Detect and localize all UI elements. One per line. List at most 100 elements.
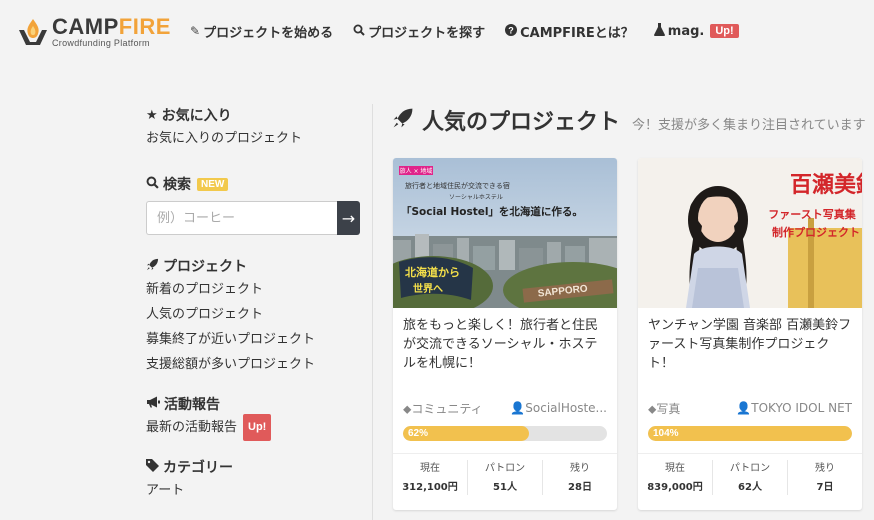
sidebar-divider bbox=[372, 104, 373, 520]
image-line1-text: ファースト写真集 bbox=[768, 207, 856, 221]
stat-remaining: 残り 7日 bbox=[788, 460, 862, 495]
project-meta: ⬥コミュニティ 👤SocialHoste... bbox=[393, 398, 617, 418]
project-category[interactable]: ⬥コミュニティ bbox=[403, 400, 483, 417]
sidebar-link-favorite-projects[interactable]: お気に入りのプロジェクト bbox=[146, 126, 366, 151]
stat-remaining-value: 28日 bbox=[568, 482, 592, 493]
image-name-text: 百瀬美鈴 bbox=[790, 172, 862, 198]
search-heading-label: 検索 bbox=[163, 177, 191, 193]
page-subtitle: 今！支援が多く集まり注目されています bbox=[632, 117, 866, 133]
reports-heading-label: 活動報告 bbox=[164, 397, 220, 413]
tag-icon bbox=[146, 458, 159, 476]
arrow-right-icon: → bbox=[341, 208, 356, 228]
project-image-hostel: SAPPORO 旅人 × 地域 旅行者と地域住民が交流できる宿 ソーシャルホステ… bbox=[393, 158, 617, 308]
project-owner-label: TOKYO IDOL NET bbox=[751, 401, 852, 415]
user-icon: 👤 bbox=[736, 401, 752, 415]
project-card[interactable]: SAPPORO 旅人 × 地域 旅行者と地域住民が交流できる宿 ソーシャルホステ… bbox=[393, 158, 617, 510]
new-badge: NEW bbox=[197, 177, 229, 191]
project-image[interactable]: SAPPORO 旅人 × 地域 旅行者と地域住民が交流できる宿 ソーシャルホステ… bbox=[393, 158, 617, 308]
nav-find-project-label: プロジェクトを探す bbox=[368, 25, 486, 41]
projects-heading: プロジェクト bbox=[146, 255, 366, 277]
search-icon bbox=[146, 176, 159, 193]
project-category-label: 写真 bbox=[656, 401, 681, 416]
nav-mag-label: mag. bbox=[667, 23, 705, 39]
project-owner-label: SocialHoste... bbox=[525, 401, 607, 415]
project-title[interactable]: 旅をもっと楽しく！旅行者と住民が交流できるソーシャル・ホステルを札幌に！ bbox=[393, 308, 617, 398]
stat-current: 現在 839,000円 bbox=[638, 460, 713, 495]
site-header: CAMPFIRE Crowdfunding Platform ✎ プロジェクトを… bbox=[0, 0, 874, 62]
categories-heading-label: カテゴリー bbox=[163, 460, 233, 476]
stat-remaining: 残り 28日 bbox=[543, 460, 617, 495]
stat-patrons: パトロン 62人 bbox=[713, 460, 788, 495]
image-line2-text: 制作プロジェクト bbox=[772, 225, 860, 239]
search-submit-button[interactable]: → bbox=[337, 201, 360, 235]
project-stats: 現在 839,000円 パトロン 62人 残り 7日 bbox=[638, 453, 862, 495]
page-title: 人気のプロジェクト bbox=[422, 110, 621, 135]
latest-reports-label: 最新の活動報告 bbox=[146, 420, 238, 435]
campfire-logo-icon bbox=[19, 19, 47, 45]
funding-progress-bar: 62% bbox=[403, 426, 607, 441]
nav-about[interactable]: ? CAMPFIREとは？ bbox=[505, 22, 634, 41]
search-icon bbox=[353, 24, 365, 39]
sidebar-link-popular-projects[interactable]: 人気のプロジェクト bbox=[146, 302, 366, 327]
stat-patrons-value: 51人 bbox=[493, 482, 517, 493]
logo-word-camp: CAMP bbox=[52, 13, 119, 39]
sidebar-link-latest-reports[interactable]: 最新の活動報告 Up! bbox=[146, 414, 366, 441]
project-stats: 現在 312,100円 パトロン 51人 残り 28日 bbox=[393, 453, 617, 495]
stat-current-label: 現在 bbox=[420, 463, 440, 474]
favorites-heading-label: お気に入り bbox=[161, 108, 232, 124]
stat-current-value: 839,000円 bbox=[647, 482, 703, 493]
nav-about-label: CAMPFIREとは？ bbox=[520, 25, 634, 41]
project-owner[interactable]: 👤TOKYO IDOL NET bbox=[736, 401, 852, 415]
project-title[interactable]: ヤンチャン学園 音楽部 百瀬美鈴ファースト写真集制作プロジェクト！ bbox=[638, 308, 862, 398]
section-header: 人気のプロジェクト 今！支援が多く集まり注目されています bbox=[392, 104, 866, 136]
project-category-label: コミュニティ bbox=[411, 401, 483, 416]
sidebar-search: → bbox=[146, 201, 360, 235]
favorites-heading: ★ お気に入り bbox=[146, 104, 366, 126]
sidebar-link-new-projects[interactable]: 新着のプロジェクト bbox=[146, 277, 366, 302]
star-icon: ★ bbox=[146, 107, 158, 123]
reports-heading: 活動報告 bbox=[146, 393, 366, 415]
project-category[interactable]: ⬥写真 bbox=[648, 400, 680, 417]
categories-heading: カテゴリー bbox=[146, 456, 366, 478]
stat-remaining-label: 残り bbox=[570, 463, 590, 474]
rocket-icon bbox=[146, 258, 159, 275]
question-circle-icon: ? bbox=[505, 23, 518, 39]
project-image-photobook: 百瀬美鈴 ファースト写真集 制作プロジェクト bbox=[638, 158, 862, 308]
image-sign-line2: 世界へ bbox=[413, 282, 443, 295]
main-nav: ✎ プロジェクトを始める プロジェクトを探す ? CAMPFIREとは？ mag… bbox=[190, 20, 759, 42]
rocket-icon bbox=[392, 107, 414, 134]
sidebar-link-ending-soon[interactable]: 募集終了が近いプロジェクト bbox=[146, 327, 366, 352]
project-owner[interactable]: 👤SocialHoste... bbox=[510, 401, 607, 415]
funding-progress-label: 104% bbox=[653, 428, 679, 439]
sidebar-link-most-funded[interactable]: 支援総額が多いプロジェクト bbox=[146, 352, 366, 377]
stat-patrons-value: 62人 bbox=[738, 482, 762, 493]
stat-current-label: 現在 bbox=[665, 463, 685, 474]
sidebar-link-category-art[interactable]: アート bbox=[146, 478, 366, 503]
project-card[interactable]: 百瀬美鈴 ファースト写真集 制作プロジェクト ヤンチャン学園 音楽部 百瀬美鈴フ… bbox=[638, 158, 862, 510]
stat-patrons-label: パトロン bbox=[484, 463, 526, 474]
logo-word-fire: FIRE bbox=[118, 13, 171, 39]
stat-patrons: パトロン 51人 bbox=[468, 460, 543, 495]
mag-up-badge: Up! bbox=[710, 24, 739, 38]
nav-find-project[interactable]: プロジェクトを探す bbox=[353, 22, 485, 41]
reports-up-badge: Up! bbox=[243, 414, 272, 441]
image-line2-text: ソーシャルホステル bbox=[449, 194, 503, 201]
image-line1-text: 旅行者と地域住民が交流できる宿 bbox=[405, 181, 510, 190]
nav-start-project[interactable]: ✎ プロジェクトを始める bbox=[190, 22, 333, 41]
user-icon: 👤 bbox=[510, 401, 526, 415]
stat-current: 現在 312,100円 bbox=[393, 460, 468, 495]
image-tag-text: 旅人 × 地域 bbox=[400, 167, 433, 175]
funding-progress-label: 62% bbox=[408, 428, 429, 439]
image-sign-line1: 北海道から bbox=[405, 265, 460, 279]
project-image[interactable]: 百瀬美鈴 ファースト写真集 制作プロジェクト bbox=[638, 158, 862, 308]
project-meta: ⬥写真 👤TOKYO IDOL NET bbox=[638, 398, 862, 418]
stat-patrons-label: パトロン bbox=[729, 463, 771, 474]
nav-mag[interactable]: mag. Up! bbox=[653, 23, 739, 39]
edit-icon: ✎ bbox=[190, 24, 201, 38]
funding-progress-bar: 104% bbox=[648, 426, 852, 441]
search-input[interactable] bbox=[146, 201, 337, 235]
campfire-logo[interactable]: CAMPFIRE Crowdfunding Platform bbox=[16, 14, 176, 50]
stat-remaining-value: 7日 bbox=[816, 482, 834, 493]
svg-text:?: ? bbox=[508, 25, 514, 35]
stat-remaining-label: 残り bbox=[815, 463, 835, 474]
